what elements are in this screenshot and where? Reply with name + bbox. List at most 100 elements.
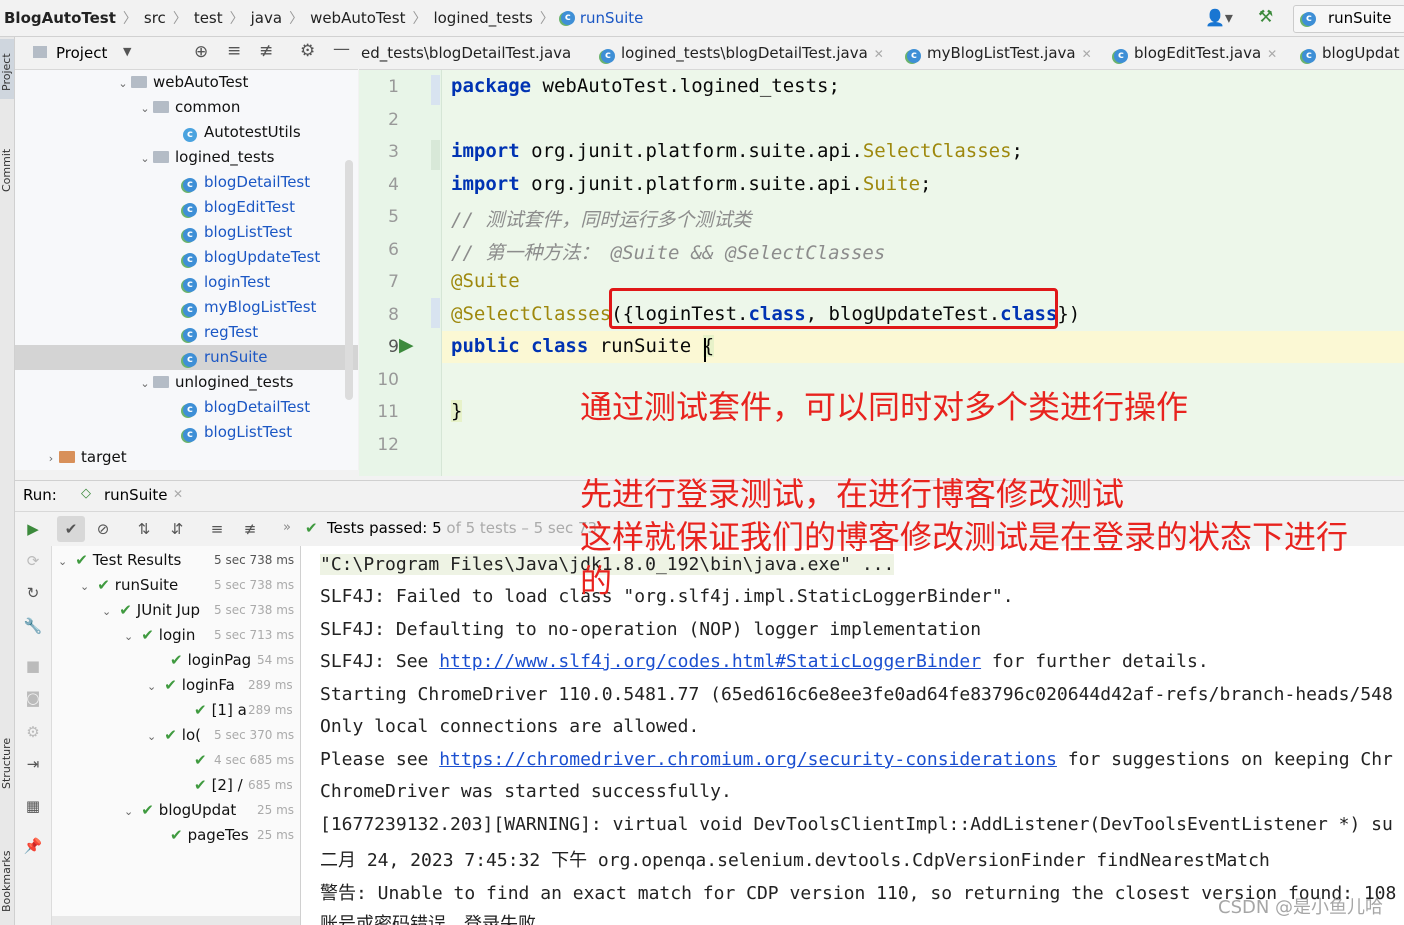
settings-icon[interactable]: ⚙ — [23, 722, 43, 742]
structure-tool-button[interactable]: Structure — [0, 717, 14, 797]
chevron-down-icon: ⌄ — [140, 377, 150, 390]
tree-item-test[interactable]: c blogEditTest — [183, 195, 295, 220]
navigation-bar: BlogAutoTest 〉 src 〉 test 〉 java 〉 webAu… — [0, 0, 1404, 37]
tab-blogedittest[interactable]: c blogEditTest.java ✕ — [1114, 37, 1277, 69]
test-class-icon: c — [1114, 49, 1128, 63]
more-icon[interactable]: » — [283, 520, 291, 535]
tree-item-test[interactable]: c loginTest — [183, 270, 270, 295]
breadcrumb-item[interactable]: test — [194, 9, 223, 27]
tree-item-folder[interactable]: ⌄ common — [137, 95, 240, 120]
test-node[interactable]: ⌄ ✔ login — [124, 623, 195, 648]
breadcrumb-item[interactable]: BlogAutoTest — [4, 9, 116, 27]
tree-item-label: blogListTest — [204, 423, 293, 441]
tree-item-test[interactable]: c blogUpdateTest — [183, 245, 320, 270]
test-node[interactable]: ✔ pageTes — [170, 823, 249, 848]
breadcrumb-item[interactable]: webAutoTest — [310, 9, 405, 27]
commit-tool-button[interactable]: Commit — [0, 132, 14, 202]
console-link[interactable]: http://www.slf4j.org/codes.html#StaticLo… — [439, 651, 981, 672]
expand-all-icon[interactable]: ≡ — [207, 519, 227, 539]
tree-item-test[interactable]: c blogListTest — [183, 220, 292, 245]
rerun-icon[interactable]: ▶ — [23, 519, 43, 539]
wrench-icon[interactable]: 🔧 — [23, 616, 43, 636]
scrollbar[interactable] — [345, 160, 353, 400]
test-time: 289 ms — [248, 703, 293, 717]
tree-item-label: blogEditTest — [204, 198, 295, 216]
project-panel-title[interactable]: Project — [56, 44, 107, 62]
close-icon[interactable]: ✕ — [1082, 47, 1092, 61]
project-tool-button[interactable]: Project — [0, 39, 14, 99]
tree-item-folder[interactable]: › target — [43, 445, 127, 470]
test-node[interactable]: ⌄ ✔ runSuite — [80, 573, 178, 598]
show-ignored-icon[interactable]: ⊘ — [93, 519, 113, 539]
console-link[interactable]: https://chromedriver.chromium.org/securi… — [439, 749, 1057, 770]
tab-blogupdatetest[interactable]: c blogUpdat — [1302, 37, 1399, 69]
tree-item-test-selected[interactable]: c runSuite — [15, 345, 358, 370]
tree-item-folder[interactable]: ⌄ logined_tests — [137, 145, 274, 170]
test-node[interactable]: ⌄ ✔ lo( — [147, 723, 201, 748]
collapse-all-icon[interactable]: ≢ — [240, 519, 260, 539]
project-tree: ⌄ webAutoTest ⌄ common c AutotestUtils ⌄ log… — [15, 70, 358, 470]
line-number: 11 — [377, 402, 399, 422]
hide-panel-icon[interactable]: — — [333, 39, 350, 59]
tree-item-folder[interactable]: ⌄ webAutoTest — [115, 70, 248, 95]
sort-alpha-icon[interactable]: ⇅ — [134, 519, 154, 539]
breadcrumb-item[interactable]: java — [251, 9, 282, 27]
breadcrumb-item-current[interactable]: runSuite — [580, 9, 644, 27]
bookmarks-tool-button[interactable]: Bookmarks — [0, 822, 14, 917]
breadcrumb-item[interactable]: src — [144, 9, 166, 27]
horizontal-scrollbar[interactable] — [52, 916, 300, 925]
collapse-all-icon[interactable]: ≢ — [259, 41, 273, 61]
test-node[interactable]: ✔ [1] a — [194, 698, 247, 723]
status-rest: of 5 tests – 5 sec 73 — [446, 519, 598, 537]
test-node[interactable]: ⌄ ✔ JUnit Jup — [102, 598, 200, 623]
export-icon[interactable]: ⇥ — [23, 754, 43, 774]
tree-item-test[interactable]: c blogDetailTest — [183, 170, 310, 195]
console-line: [1677239132.203][WARNING]: virtual void … — [320, 814, 1393, 835]
check-icon: ✔ — [170, 651, 183, 669]
run-gutter-icon[interactable]: ▶ — [399, 334, 414, 356]
code-text: ; — [1011, 140, 1023, 162]
tab-mybloglisttest[interactable]: c myBlogListTest.java ✕ — [907, 37, 1092, 69]
toggle-auto-test-icon[interactable]: ↻ — [23, 583, 43, 603]
test-node-label: loginPag — [187, 651, 252, 669]
locate-icon[interactable]: ⊕ — [194, 42, 208, 62]
test-class-icon: c — [601, 49, 615, 63]
chevron-right-icon: › — [48, 452, 54, 465]
close-icon[interactable]: ✕ — [874, 47, 884, 61]
layout-icon[interactable]: ▦ — [23, 796, 43, 816]
chevron-down-icon[interactable]: ▼ — [123, 45, 131, 58]
build-hammer-icon[interactable]: ⚒ — [1258, 7, 1273, 27]
test-node[interactable]: ✔ [2] / — [194, 773, 243, 798]
camera-icon[interactable]: ◙ — [23, 688, 43, 708]
expand-all-icon[interactable]: ≡ — [227, 41, 241, 61]
pin-icon[interactable]: 📌 — [23, 836, 43, 856]
tree-item-test[interactable]: c blogDetailTest — [183, 395, 310, 420]
tree-item-test[interactable]: c blogListTest — [183, 420, 292, 445]
bookmarks-strip-label: Bookmarks — [0, 850, 13, 912]
test-node[interactable]: ⌄ ✔ loginFa — [147, 673, 235, 698]
stop-icon[interactable]: ■ — [23, 656, 43, 676]
fold-marker — [431, 298, 440, 328]
close-icon[interactable]: ✕ — [173, 487, 183, 501]
user-icon[interactable]: 👤▾ — [1205, 8, 1233, 27]
console-output[interactable]: "C:\Program Files\Java\jdk1.8.0_192\bin\… — [301, 546, 1404, 925]
test-node[interactable]: ⌄ ✔ blogUpdat — [124, 798, 236, 823]
test-node[interactable]: ⌄ ✔ Test Results — [58, 548, 181, 573]
tree-item-test[interactable]: c regTest — [183, 320, 258, 345]
breadcrumb-item[interactable]: logined_tests — [433, 9, 532, 27]
test-node[interactable]: ✔ loginPag — [170, 648, 251, 673]
sort-duration-icon[interactable]: ⇵ — [167, 519, 187, 539]
run-tab-label[interactable]: runSuite — [104, 486, 168, 504]
rerun-failed-icon[interactable]: ⟳ — [23, 551, 43, 571]
tree-item-class[interactable]: c AutotestUtils — [183, 120, 301, 145]
tree-item-test[interactable]: c myBlogListTest — [183, 295, 316, 320]
test-node[interactable]: ✔ — [194, 748, 212, 773]
tree-item-label: unlogined_tests — [175, 373, 294, 391]
close-icon[interactable]: ✕ — [1267, 47, 1277, 61]
tab-blogdetailtest-logined[interactable]: c logined_tests\blogDetailTest.java ✕ — [601, 37, 884, 69]
gear-icon[interactable]: ⚙ — [300, 41, 315, 61]
tab-blogdetailtest-unlogined[interactable]: ed_tests\blogDetailTest.java — [361, 37, 571, 69]
run-config-selector[interactable]: c runSuite — [1293, 5, 1404, 33]
editor-gutter: 1 2 3 4 5 6 7 8 9 ▶ 10 11 12 — [359, 70, 442, 476]
tree-item-folder[interactable]: ⌄ unlogined_tests — [137, 370, 293, 395]
